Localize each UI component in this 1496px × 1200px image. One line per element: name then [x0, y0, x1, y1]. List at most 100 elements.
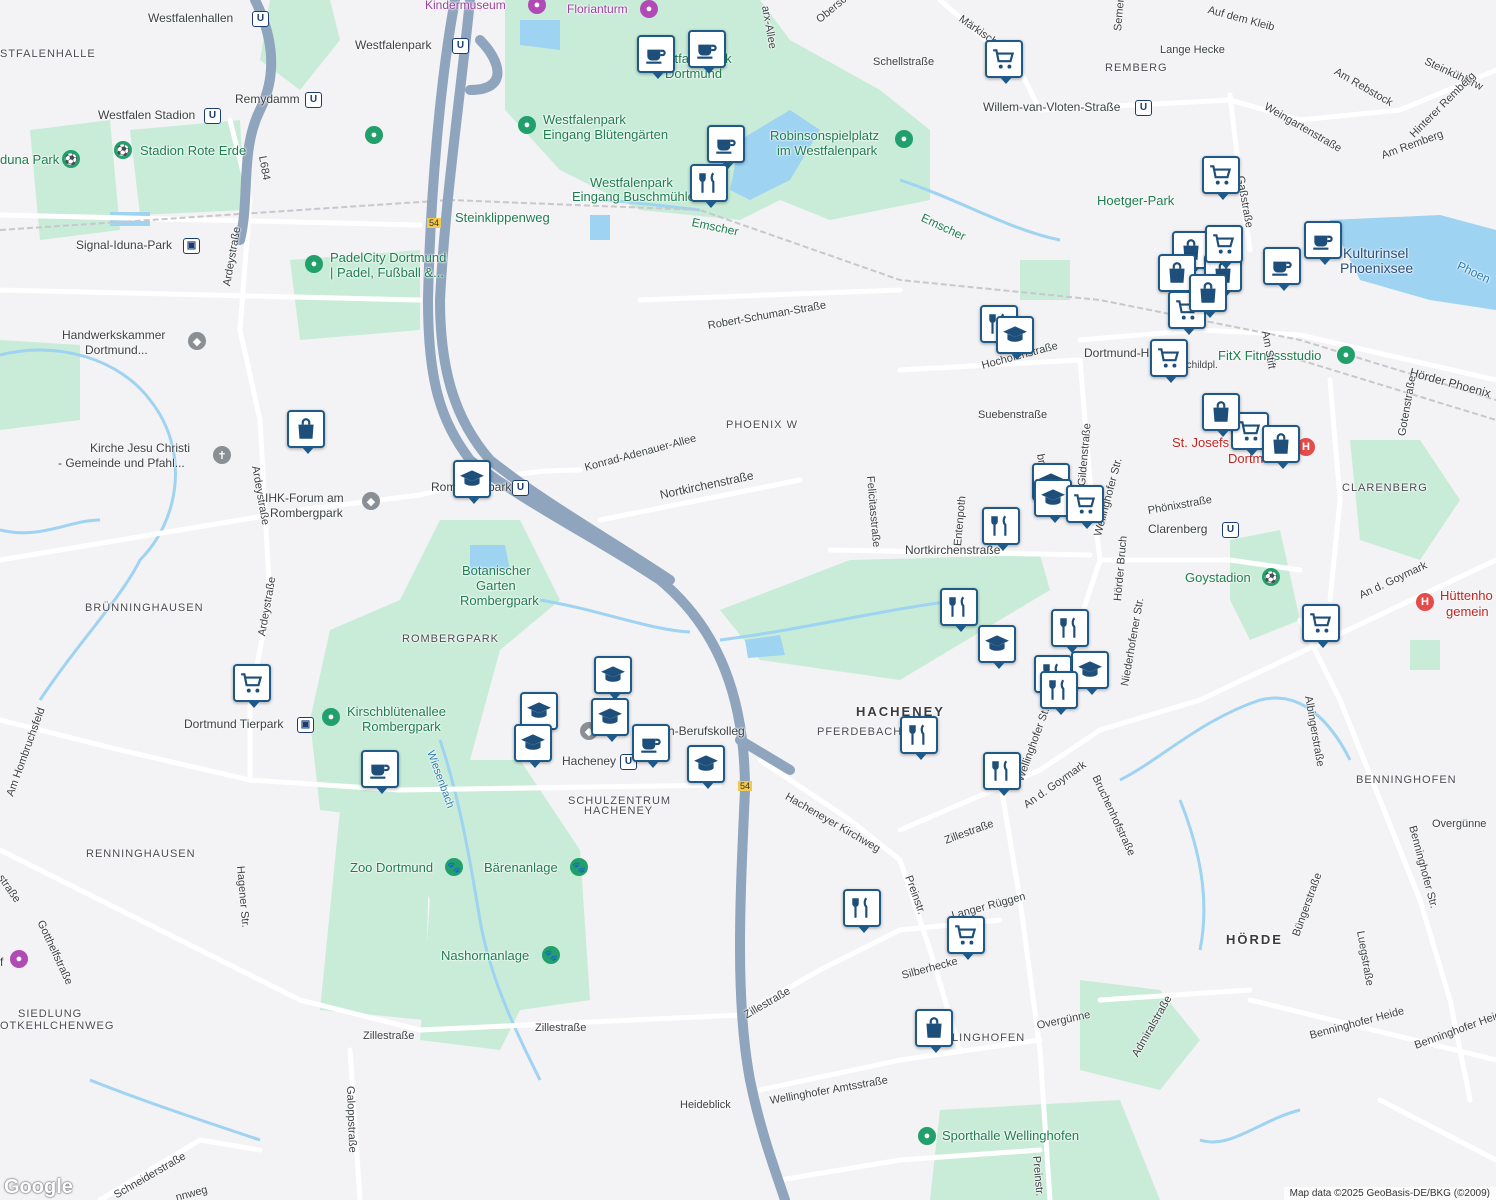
education-pin-icon[interactable]: ◆: [188, 332, 206, 350]
label-remberg: REMBERG: [1105, 62, 1168, 74]
poi-coffee[interactable]: [637, 35, 675, 79]
label-padelcity-2: | Padel, Fußball &...: [330, 265, 444, 280]
label-ihk-1: IHK-Forum am: [265, 491, 344, 505]
stadium-icon[interactable]: ⚽: [1262, 568, 1280, 586]
poi-education[interactable]: [453, 460, 491, 504]
poi-education[interactable]: [591, 698, 629, 742]
shopping-cart-icon: [1210, 165, 1232, 185]
poi-restaurant[interactable]: [940, 588, 978, 632]
park-pin-icon[interactable]: ●: [365, 126, 383, 144]
label-zillestrasse-2: Zillestraße: [535, 1022, 587, 1034]
education-icon: [460, 470, 484, 486]
church-pin-icon[interactable]: ✝: [213, 446, 231, 464]
label-botanischer-3: Rombergpark: [460, 593, 539, 608]
shopping-cart-icon: [241, 673, 263, 693]
poi-coffee[interactable]: [632, 724, 670, 768]
poi-shopping-bag[interactable]: [915, 1009, 953, 1053]
gym-pin-icon[interactable]: ●: [1337, 346, 1355, 364]
label-robinson-1: Robinsonspielplatz: [770, 128, 880, 143]
poi-shopping-cart[interactable]: [1066, 485, 1104, 529]
map-attribution[interactable]: Map data ©2025 GeoBasis-DE/BKG (©2009): [1283, 1187, 1496, 1200]
stadium-icon[interactable]: ⚽: [114, 141, 132, 159]
education-icon: [521, 734, 545, 750]
poi-shopping-cart[interactable]: [1302, 604, 1340, 648]
park-pin-icon[interactable]: ●: [322, 708, 340, 726]
museum-pin-icon[interactable]: ●: [640, 0, 658, 18]
hospital-pin-icon[interactable]: H: [1416, 593, 1434, 611]
stadium-icon[interactable]: ⚽: [62, 150, 80, 168]
label-clarenberg-station: Clarenberg: [1148, 522, 1208, 536]
label-overguenne-2: Overgünne: [1432, 818, 1487, 830]
poi-coffee[interactable]: [688, 30, 726, 74]
shopping-cart-icon: [955, 925, 977, 945]
shopping-cart-icon: [1074, 494, 1096, 514]
label-bruenninghausen: BRÜNNINGHAUSEN: [85, 602, 204, 614]
sports-pin-icon[interactable]: ●: [918, 1127, 936, 1145]
label-baerenanlage: Bärenanlage: [484, 860, 558, 875]
poi-education[interactable]: [687, 745, 725, 789]
poi-shopping-cart[interactable]: [1202, 156, 1240, 200]
label-stadion-rote-erde: Stadion Rote Erde: [140, 143, 247, 158]
museum-pin-icon[interactable]: ●: [10, 950, 28, 968]
poi-restaurant[interactable]: [690, 164, 728, 208]
poi-restaurant[interactable]: [1040, 671, 1078, 715]
poi-shopping-bag[interactable]: [1262, 425, 1300, 469]
label-westfalenhallen: Westfalenhallen: [148, 11, 234, 25]
zoo-pin-icon[interactable]: 🐾: [570, 858, 588, 876]
subway-station-icon: U: [1135, 100, 1152, 116]
label-heideblick: Heideblick: [680, 1099, 731, 1111]
poi-shopping-cart[interactable]: [985, 40, 1023, 84]
poi-shopping-bag[interactable]: [1202, 393, 1240, 437]
poi-shopping-cart[interactable]: [233, 664, 271, 708]
education-pin-icon[interactable]: ◆: [362, 492, 380, 510]
label-b54-south: 54: [738, 781, 753, 791]
label-signal-iduna-park: Signal-Iduna-Park: [76, 238, 173, 252]
sports-pin-icon[interactable]: ●: [305, 255, 323, 273]
poi-shopping-bag[interactable]: [1189, 274, 1227, 318]
poi-restaurant[interactable]: [1051, 609, 1089, 653]
label-kulturinsel-1: Kulturinsel: [1343, 245, 1409, 261]
poi-education[interactable]: [996, 316, 1034, 360]
poi-restaurant[interactable]: [982, 507, 1020, 551]
label-zoo-dortmund: Zoo Dortmund: [350, 860, 434, 875]
education-icon: [1041, 489, 1065, 505]
poi-restaurant[interactable]: [843, 889, 881, 933]
playground-pin-icon[interactable]: ●: [895, 130, 913, 148]
education-icon: [985, 635, 1009, 651]
label-kirche-1: Kirche Jesu Christi: [90, 441, 191, 455]
label-sporthalle: Sporthalle Wellinghofen: [942, 1128, 1080, 1143]
poi-shopping-bag[interactable]: [287, 410, 325, 454]
train-station-icon: ▣: [183, 238, 200, 254]
label-handwerkskammer-2: Dortmund...: [85, 343, 148, 357]
poi-education[interactable]: [978, 625, 1016, 669]
shopping-bag-icon: [926, 1017, 942, 1038]
label-westfalenhalle: STFALENHALLE: [0, 48, 96, 60]
label-kulturinsel-2: Phoenixsee: [1340, 260, 1414, 276]
zoo-pin-icon[interactable]: 🐾: [445, 858, 463, 876]
zoo-pin-icon[interactable]: 🐾: [542, 946, 560, 964]
label-schellstrasse: Schellstraße: [873, 56, 935, 68]
poi-education[interactable]: [514, 724, 552, 768]
poi-education[interactable]: [594, 656, 632, 700]
map-canvas[interactable]: Westfalenhallen U STFALENHALLE Westfalen…: [0, 0, 1496, 1200]
label-hoetger-park: Hoetger-Park: [1097, 193, 1175, 208]
restaurant-icon: [992, 760, 1008, 781]
poi-coffee[interactable]: [1263, 247, 1301, 291]
coffee-icon: [370, 764, 390, 779]
poi-shopping-cart[interactable]: [947, 916, 985, 960]
shopping-bag-icon: [1200, 282, 1216, 303]
poi-restaurant[interactable]: [900, 716, 938, 760]
poi-coffee[interactable]: [1304, 221, 1342, 265]
shopping-cart-icon: [1213, 234, 1235, 254]
label-goystadion: Goystadion: [1185, 570, 1251, 585]
restaurant-icon: [699, 172, 715, 193]
label-st-josefs-1: St. Josefs: [1172, 435, 1230, 450]
label-wfp-buschmuehle-1: Westfalenpark: [590, 175, 673, 190]
park-entrance-pin-icon[interactable]: ●: [518, 116, 536, 134]
poi-coffee[interactable]: [361, 750, 399, 794]
poi-shopping-cart[interactable]: [1150, 339, 1188, 383]
poi-shopping-cart[interactable]: [1205, 225, 1243, 269]
label-rombergpark-district: ROMBERGPARK: [402, 633, 499, 645]
poi-restaurant[interactable]: [983, 752, 1021, 796]
poi-coffee[interactable]: [707, 125, 745, 169]
